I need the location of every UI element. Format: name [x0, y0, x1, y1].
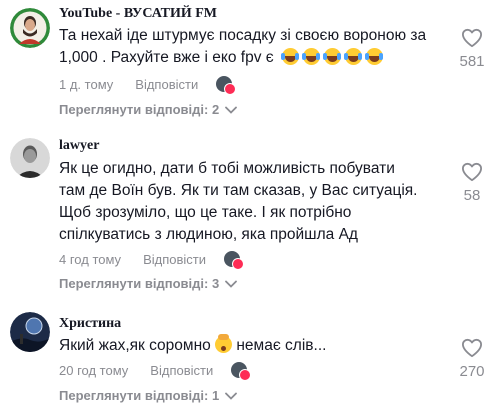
creator-liked-avatar — [216, 76, 237, 95]
creator-liked-avatar — [224, 251, 244, 270]
chevron-down-icon — [225, 280, 238, 288]
heart-badge-icon — [224, 83, 237, 95]
heart-icon — [461, 28, 482, 48]
heart-badge-icon — [232, 258, 244, 270]
comment-time: 4 год тому — [59, 251, 122, 267]
exploding-head-emoji-icon — [215, 334, 233, 353]
like-count: 58 — [463, 187, 481, 204]
comment-text: Та нехай іде штурмує посадку зі своєю во… — [59, 27, 427, 66]
bw-man-portrait-icon[interactable] — [10, 138, 50, 178]
reply-button[interactable]: Відповісти — [135, 77, 198, 92]
reply-button[interactable]: Відповісти — [143, 252, 206, 267]
laughing-emoji-icon — [280, 48, 387, 66]
view-replies-button[interactable]: Переглянути відповіді: 3 — [59, 276, 238, 291]
heart-icon — [461, 338, 482, 358]
comment-meta: 20 год тому Відповісти — [59, 362, 252, 381]
like-button[interactable]: 581 — [452, 28, 492, 70]
comment-author[interactable]: YouTube - ВУСАТИЙ FM — [59, 6, 217, 22]
comment-meta: 4 год тому Відповісти — [59, 251, 244, 270]
planet-landscape-icon[interactable] — [10, 312, 50, 352]
chevron-down-icon — [225, 106, 238, 114]
creator-liked-avatar — [231, 362, 252, 381]
like-button[interactable]: 270 — [452, 338, 492, 380]
comment-text: Як це огидно, дати б тобі можливість поб… — [59, 160, 418, 243]
heart-icon — [461, 162, 482, 182]
comment-meta: 1 д. тому Відповісти — [59, 76, 237, 95]
comment-text: Який жах,як соромно немає слів... — [59, 334, 327, 354]
reply-button[interactable]: Відповісти — [150, 363, 213, 378]
like-count: 581 — [459, 53, 485, 70]
like-count: 270 — [459, 363, 485, 380]
heart-badge-icon — [239, 369, 252, 381]
comment-author[interactable]: lawyer — [59, 138, 99, 154]
comment-time: 1 д. тому — [59, 76, 114, 92]
comment-time: 20 год тому — [59, 362, 129, 378]
chevron-down-icon — [225, 392, 238, 400]
man-portrait-icon[interactable] — [10, 8, 50, 48]
view-replies-button[interactable]: Переглянути відповіді: 1 — [59, 388, 238, 403]
view-replies-button[interactable]: Переглянути відповіді: 2 — [59, 102, 238, 117]
comment-author[interactable]: Христина — [59, 316, 121, 332]
like-button[interactable]: 58 — [452, 162, 492, 204]
